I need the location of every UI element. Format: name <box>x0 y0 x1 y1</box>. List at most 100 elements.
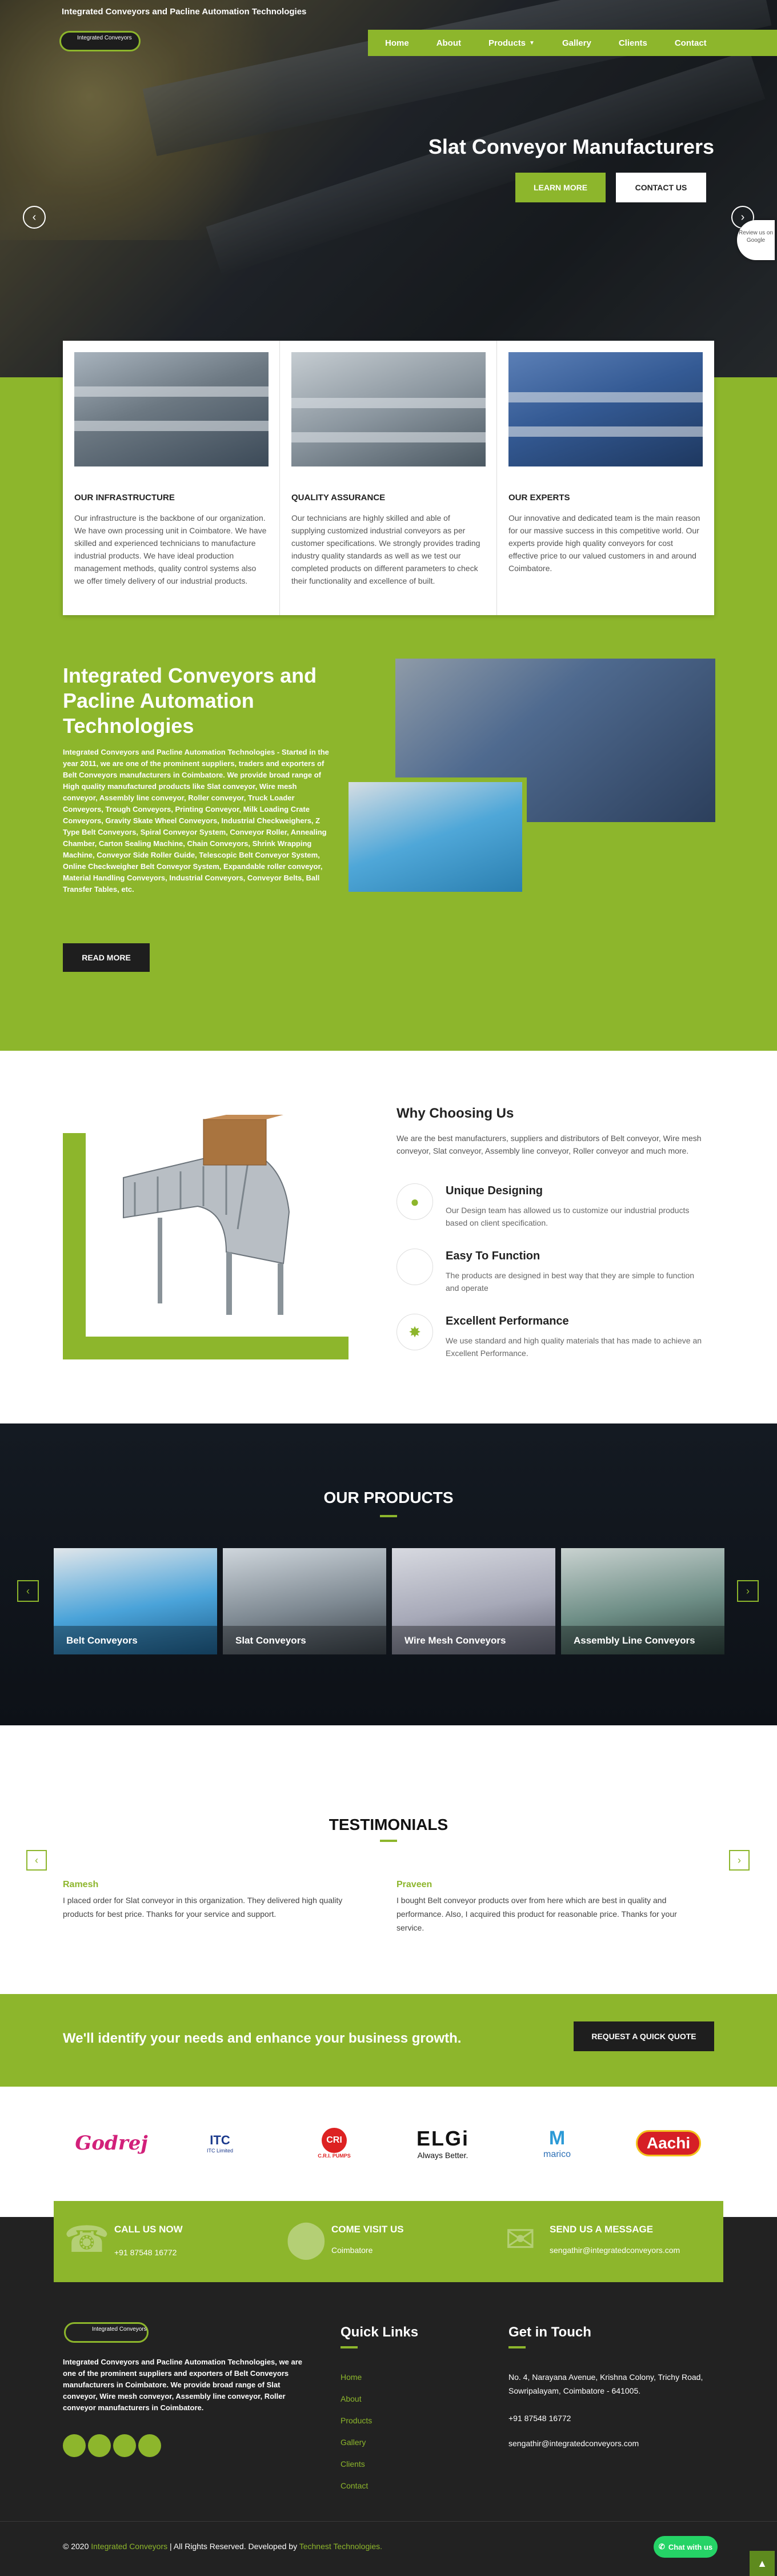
why-item-title: Easy To Function <box>446 1250 540 1262</box>
products-title: OUR PRODUCTS <box>323 1489 454 1506</box>
whatsapp-chat-button[interactable]: ✆ Chat with us <box>654 2536 718 2558</box>
product-label: Belt Conveyors <box>54 1626 217 1654</box>
contact-call-title: CALL US NOW <box>114 2224 183 2235</box>
nav-gallery[interactable]: Gallery <box>562 38 591 48</box>
site-logo[interactable]: Integrated Conveyors <box>59 31 141 51</box>
feature-title: OUR EXPERTS <box>508 493 570 503</box>
circle-icon <box>396 1249 433 1285</box>
products-prev-icon[interactable]: ‹ <box>17 1580 39 1602</box>
facebook-icon[interactable] <box>63 2434 86 2457</box>
testimonials-next-icon[interactable]: › <box>729 1850 750 1871</box>
client-cri-sub: C.R.I. PUMPS <box>318 2153 351 2159</box>
phone-icon: ☎ <box>64 2219 110 2260</box>
footer-link-clients[interactable]: Clients <box>341 2459 365 2469</box>
why-item-text: Our Design team has allowed us to custom… <box>446 1206 690 1227</box>
client-marico-text: marico <box>543 2149 571 2159</box>
why-item-text: We use standard and high quality materia… <box>446 1336 702 1358</box>
linkedin-icon[interactable] <box>113 2434 136 2457</box>
nav-contact[interactable]: Contact <box>675 38 707 48</box>
contact-us-button[interactable]: CONTACT US <box>616 173 706 202</box>
footer-phone[interactable]: +91 87548 16772 <box>508 2411 571 2425</box>
client-logo-elgi: ELGi Always Better. <box>400 2123 486 2163</box>
whatsapp-icon: ✆ <box>658 2542 665 2551</box>
footer-logo[interactable]: Integrated Conveyors <box>64 2322 149 2343</box>
feature-text: Our infrastructure is the backbone of ou… <box>74 513 267 585</box>
products-next-icon[interactable]: › <box>737 1580 759 1602</box>
copyright-brand-link[interactable]: Integrated Conveyors <box>91 2542 167 2551</box>
products-title-underline <box>380 1515 397 1517</box>
client-elgi-sub: Always Better. <box>417 2151 468 2160</box>
google-review-badge[interactable]: Review us on Google <box>737 220 775 260</box>
why-item-title: Unique Designing <box>446 1185 543 1197</box>
nav-home[interactable]: Home <box>385 38 409 48</box>
footer-about-text: Integrated Conveyors and Pacline Automat… <box>63 2358 302 2412</box>
instagram-icon[interactable] <box>138 2434 161 2457</box>
feature-image <box>508 352 703 466</box>
learn-more-button[interactable]: LEARN MORE <box>515 173 606 202</box>
badge-icon: ✸ <box>396 1314 433 1350</box>
main-nav: Home About Products ▼ Gallery Clients Con… <box>368 30 777 56</box>
slider-prev-icon[interactable]: ‹ <box>23 206 46 229</box>
testimonial-name: Ramesh <box>63 1880 99 1889</box>
contact-visit-value: Coimbatore <box>331 2246 373 2255</box>
belt-conveyor-image <box>344 777 527 896</box>
feature-text: Our innovative and dedicated team is the… <box>508 513 700 573</box>
developer-link[interactable]: Technest Technologies. <box>299 2542 382 2551</box>
copyright-text: | All Rights Reserved. Developed by <box>170 2542 298 2551</box>
location-icon: ⬤ <box>286 2218 327 2259</box>
site-title: Integrated Conveyors and Pacline Automat… <box>62 7 307 17</box>
get-in-touch-underline <box>508 2346 526 2348</box>
nav-products[interactable]: Products ▼ <box>488 38 535 48</box>
nav-clients[interactable]: Clients <box>619 38 647 48</box>
product-label: Assembly Line Conveyors <box>561 1626 724 1654</box>
footer-address: No. 4, Narayana Avenue, Krishna Colony, … <box>508 2372 703 2395</box>
testimonial-name: Praveen <box>396 1880 432 1889</box>
testimonial-text: I bought Belt conveyor products over fro… <box>396 1896 677 1932</box>
contact-call-value[interactable]: +91 87548 16772 <box>114 2248 177 2257</box>
client-logo-godrej: Godrej <box>69 2123 154 2163</box>
feature-title: QUALITY ASSURANCE <box>291 493 386 503</box>
why-text: We are the best manufacturers, suppliers… <box>396 1134 702 1155</box>
client-cri-text: CRI <box>322 2128 347 2153</box>
footer-link-home[interactable]: Home <box>341 2372 362 2382</box>
product-card-assembly[interactable]: Assembly Line Conveyors <box>561 1548 724 1654</box>
nav-about[interactable]: About <box>436 38 461 48</box>
footer-link-contact[interactable]: Contact <box>341 2481 368 2490</box>
testimonials-title: TESTIMONIALS <box>329 1816 448 1833</box>
testimonial-text: I placed order for Slat conveyor in this… <box>63 1896 343 1919</box>
hero-title: Slat Conveyor Manufacturers <box>428 135 714 158</box>
contact-message-value[interactable]: sengathir@integratedconveyors.com <box>550 2246 680 2255</box>
about-text: Integrated Conveyors and Pacline Automat… <box>63 748 329 894</box>
client-logo-itc: ITC ITC Limited <box>189 2123 251 2163</box>
product-card-slat[interactable]: Slat Conveyors <box>223 1548 386 1654</box>
client-logo-marico: M marico <box>526 2123 588 2163</box>
testimonials-title-underline <box>380 1840 397 1842</box>
features-panel: OUR INFRASTRUCTURE Our infrastructure is… <box>63 341 714 615</box>
why-title: Why Choosing Us <box>396 1106 514 1121</box>
product-card-wire-mesh[interactable]: Wire Mesh Conveyors <box>392 1548 555 1654</box>
testimonials-prev-icon[interactable]: ‹ <box>26 1850 47 1871</box>
back-to-top-icon[interactable]: ▲ <box>750 2551 775 2576</box>
feature-title: OUR INFRASTRUCTURE <box>74 493 175 503</box>
product-label: Slat Conveyors <box>223 1626 386 1654</box>
product-card-belt[interactable]: Belt Conveyors <box>54 1548 217 1654</box>
read-more-button[interactable]: READ MORE <box>63 943 150 972</box>
feature-experts: OUR EXPERTS Our innovative and dedicated… <box>497 341 714 615</box>
footer-email[interactable]: sengathir@integratedconveyors.com <box>508 2437 639 2450</box>
why-item-text: The products are designed in best way th… <box>446 1271 695 1293</box>
nav-products-label: Products <box>488 38 526 48</box>
client-logo-aachi: Aachi <box>628 2123 708 2163</box>
client-logo-cri: CRI C.R.I. PUMPS <box>303 2123 366 2163</box>
footer-link-products[interactable]: Products <box>341 2416 372 2425</box>
feature-image <box>74 352 269 466</box>
contact-message-title: SEND US A MESSAGE <box>550 2224 654 2235</box>
contact-strip <box>54 2201 723 2282</box>
footer-link-gallery[interactable]: Gallery <box>341 2438 366 2447</box>
request-quote-button[interactable]: REQUEST A QUICK QUOTE <box>574 2021 714 2051</box>
twitter-icon[interactable] <box>88 2434 111 2457</box>
footer-link-about[interactable]: About <box>341 2394 362 2403</box>
copyright-year: © 2020 <box>63 2542 89 2551</box>
quick-links-title: Quick Links <box>341 2324 419 2340</box>
cta-text: We'll identify your needs and enhance yo… <box>63 2031 462 2046</box>
client-aachi-text: Aachi <box>635 2130 702 2156</box>
